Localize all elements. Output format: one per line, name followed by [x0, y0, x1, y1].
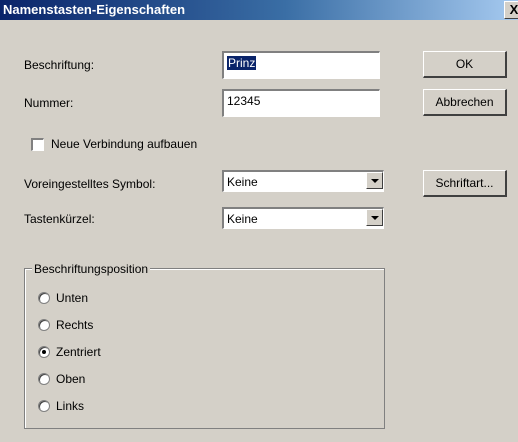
dialog-window: Namenstasten-Eigenschaften X Beschriftun…: [0, 0, 518, 442]
new-connection-label: Neue Verbindung aufbauen: [51, 137, 198, 151]
number-value: 12345: [227, 94, 261, 108]
default-symbol-select[interactable]: Keine: [222, 170, 384, 192]
default-symbol-value: Keine: [227, 175, 258, 189]
radio-rechts[interactable]: [38, 319, 50, 331]
default-symbol-label: Voreingestelltes Symbol:: [24, 177, 156, 191]
radio-unten[interactable]: [38, 292, 50, 304]
radio-label-zentriert: Zentriert: [56, 345, 101, 359]
radio-links[interactable]: [38, 400, 50, 412]
radio-label-links: Links: [56, 399, 85, 413]
close-button[interactable]: X: [504, 1, 518, 19]
radio-oben[interactable]: [38, 373, 50, 385]
caption-value: Prinz: [227, 56, 257, 70]
font-button[interactable]: Schriftart...: [423, 170, 507, 197]
radio-label-oben: Oben: [56, 372, 86, 386]
new-connection-checkbox[interactable]: [31, 138, 44, 151]
label-position-title: Beschriftungsposition: [32, 262, 151, 276]
shortcut-select[interactable]: Keine: [222, 207, 384, 229]
chevron-down-icon[interactable]: [366, 172, 383, 189]
radio-label-unten: Unten: [56, 291, 89, 305]
chevron-down-icon[interactable]: [366, 209, 383, 226]
shortcut-label: Tastenkürzel:: [24, 212, 95, 226]
title-bar[interactable]: Namenstasten-Eigenschaften X: [0, 0, 518, 20]
window-title: Namenstasten-Eigenschaften: [3, 2, 186, 17]
number-input[interactable]: 12345: [222, 89, 380, 117]
caption-input[interactable]: Prinz: [222, 51, 380, 79]
caption-label: Beschriftung:: [24, 58, 95, 72]
cancel-button[interactable]: Abbrechen: [423, 89, 507, 116]
ok-button[interactable]: OK: [423, 51, 507, 78]
shortcut-value: Keine: [227, 212, 258, 226]
radio-zentriert[interactable]: [38, 346, 50, 358]
number-label: Nummer:: [24, 96, 74, 110]
radio-label-rechts: Rechts: [56, 318, 94, 332]
